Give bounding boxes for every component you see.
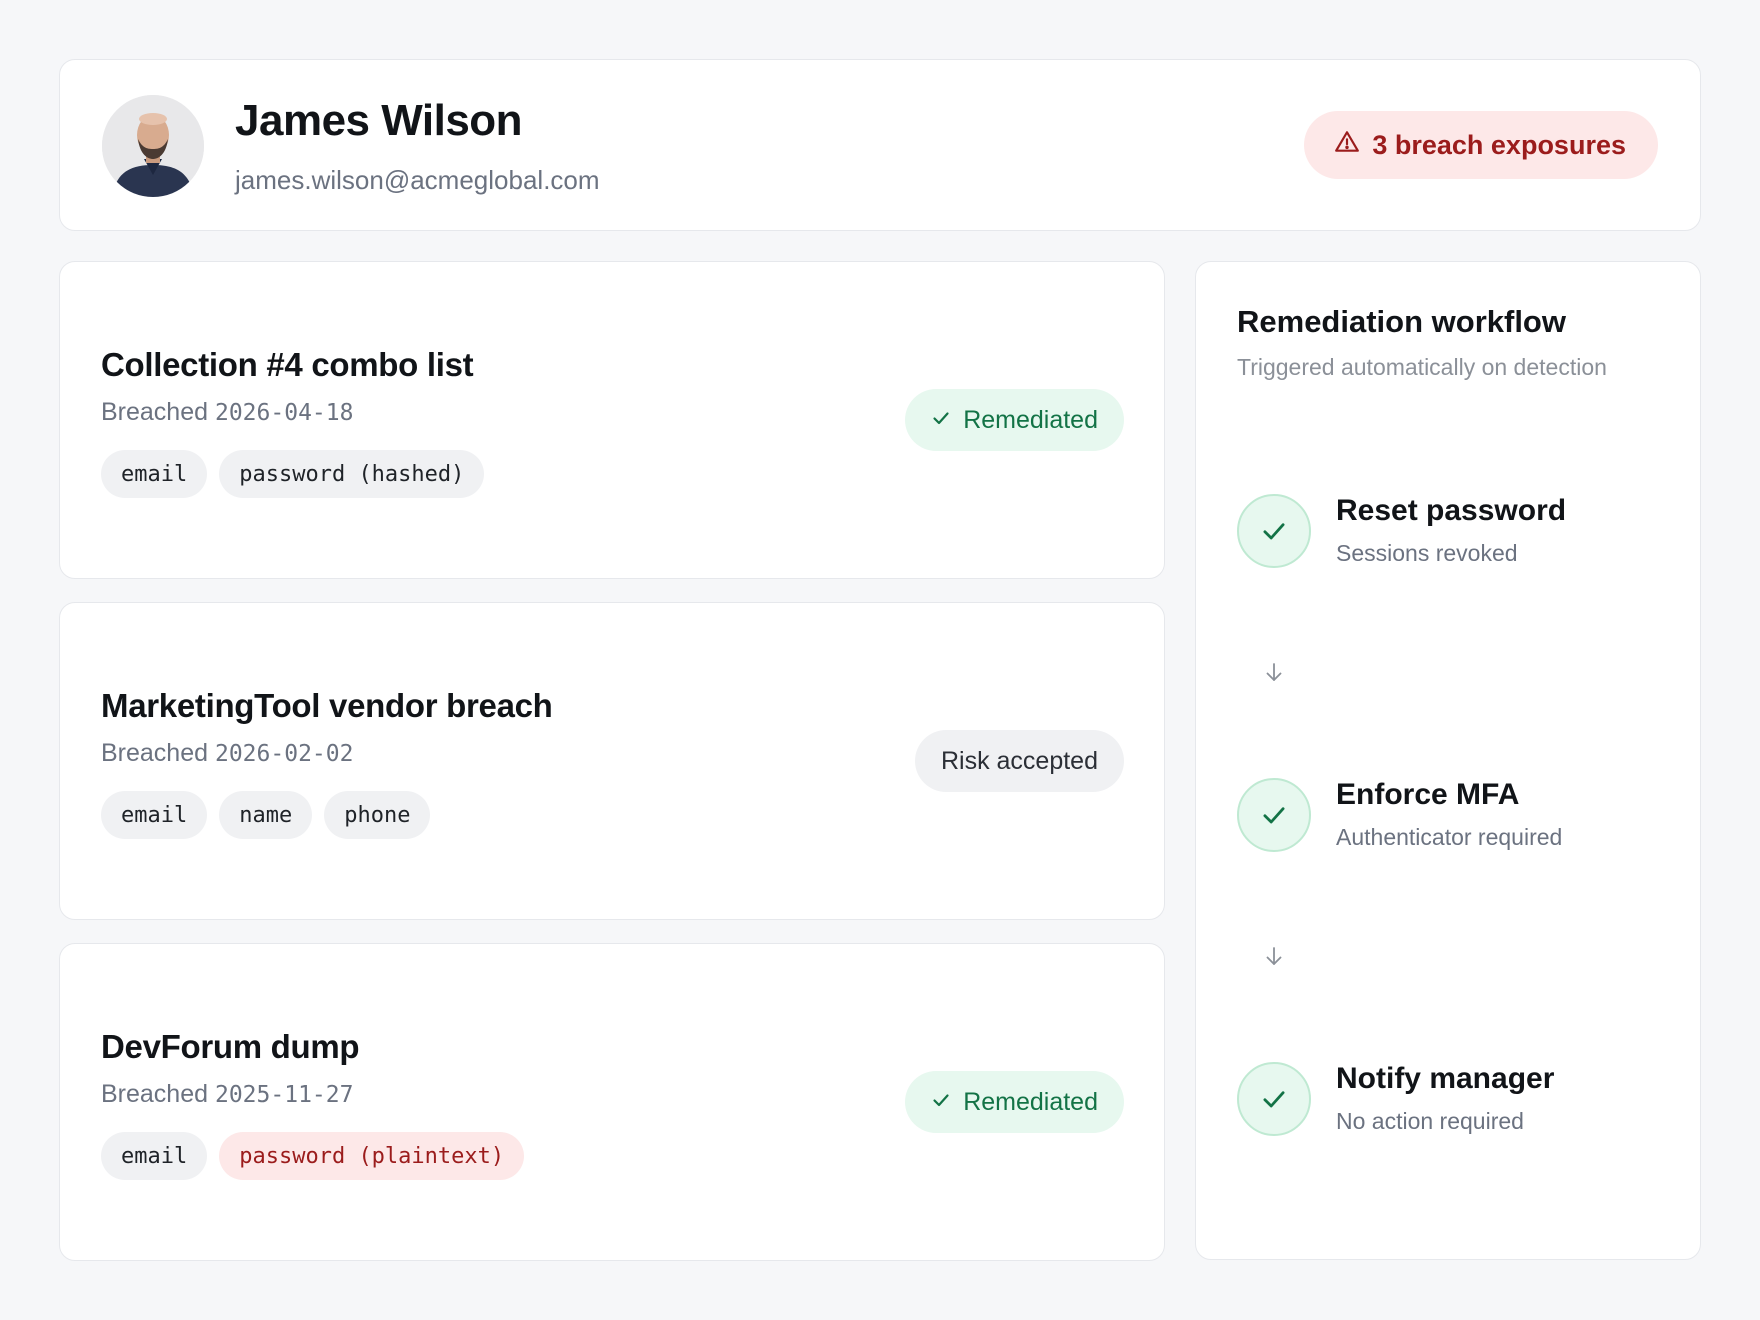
workflow-step-label: Reset password: [1336, 494, 1567, 527]
data-type-tags: email password (plaintext): [101, 1132, 525, 1180]
breach-date-value: 2026-04-18: [214, 400, 354, 426]
status-badge-remediated[interactable]: Remediated: [905, 1071, 1124, 1133]
workflow-step[interactable]: Notify manager No action required: [1237, 1062, 1677, 1138]
breach-card[interactable]: MarketingTool vendor breach Breached 202…: [59, 602, 1165, 920]
workflow-step-detail: Sessions revoked: [1336, 540, 1518, 566]
status-label: Remediated: [963, 1087, 1098, 1116]
workflow-step[interactable]: Reset password Sessions revoked: [1237, 494, 1677, 570]
user-name: James Wilson: [235, 96, 523, 145]
check-icon: [1237, 778, 1311, 852]
status-label: Risk accepted: [940, 746, 1098, 775]
status-badge-remediated[interactable]: Remediated: [905, 389, 1124, 451]
data-type-tags: email name phone: [101, 791, 431, 839]
breach-date: Breached 2026-04-18: [101, 398, 353, 427]
data-type-tag: email: [101, 1132, 208, 1180]
breach-date-prefix: Breached: [101, 1080, 209, 1108]
warning-triangle-icon: [1334, 129, 1360, 162]
arrow-down-icon: [1262, 660, 1286, 684]
breach-date: Breached 2025-11-27: [101, 1080, 353, 1109]
breach-title: DevForum dump: [101, 1028, 360, 1065]
user-email: james.wilson@acmeglobal.com: [235, 165, 600, 195]
workflow-step-detail: No action required: [1336, 1108, 1524, 1134]
check-icon: [931, 406, 951, 435]
data-type-tag: email: [101, 450, 208, 498]
breach-date-value: 2025-11-27: [214, 1082, 354, 1108]
workflow-subtitle: Triggered automatically on detection: [1237, 354, 1607, 380]
data-type-tag: password (hashed): [219, 450, 485, 498]
remediation-workflow: Remediation workflow Triggered automatic…: [1195, 261, 1701, 1260]
profile-header: James Wilson james.wilson@acmeglobal.com…: [59, 59, 1701, 231]
check-icon: [931, 1088, 951, 1117]
data-type-tag: email: [101, 791, 208, 839]
workflow-step-label: Notify manager: [1336, 1062, 1555, 1095]
breach-card[interactable]: DevForum dump Breached 2025-11-27 email …: [59, 943, 1165, 1261]
breach-date-prefix: Breached: [101, 739, 209, 767]
data-type-tag: name: [219, 791, 313, 839]
breach-exposures-badge[interactable]: 3 breach exposures: [1304, 111, 1658, 179]
workflow-step-label: Enforce MFA: [1336, 778, 1520, 811]
breach-title: Collection #4 combo list: [101, 346, 474, 383]
breach-date-prefix: Breached: [101, 398, 209, 426]
breach-exposures-label: 3 breach exposures: [1372, 129, 1626, 160]
data-type-tag-danger: password (plaintext): [219, 1132, 525, 1180]
data-type-tag: phone: [324, 791, 431, 839]
status-label: Remediated: [963, 405, 1098, 434]
check-icon: [1237, 494, 1311, 568]
status-badge-risk-accepted[interactable]: Risk accepted: [914, 730, 1124, 792]
breach-date-value: 2026-02-02: [214, 741, 354, 767]
workflow-title: Remediation workflow: [1237, 304, 1566, 339]
breach-card[interactable]: Collection #4 combo list Breached 2026-0…: [59, 261, 1165, 579]
data-type-tags: email password (hashed): [101, 450, 485, 498]
breach-title: MarketingTool vendor breach: [101, 687, 553, 724]
workflow-step[interactable]: Enforce MFA Authenticator required: [1237, 778, 1677, 854]
arrow-down-icon: [1262, 944, 1286, 968]
workflow-step-detail: Authenticator required: [1336, 824, 1563, 850]
avatar: [102, 95, 204, 197]
breach-date: Breached 2026-02-02: [101, 739, 353, 768]
check-icon: [1237, 1062, 1311, 1136]
